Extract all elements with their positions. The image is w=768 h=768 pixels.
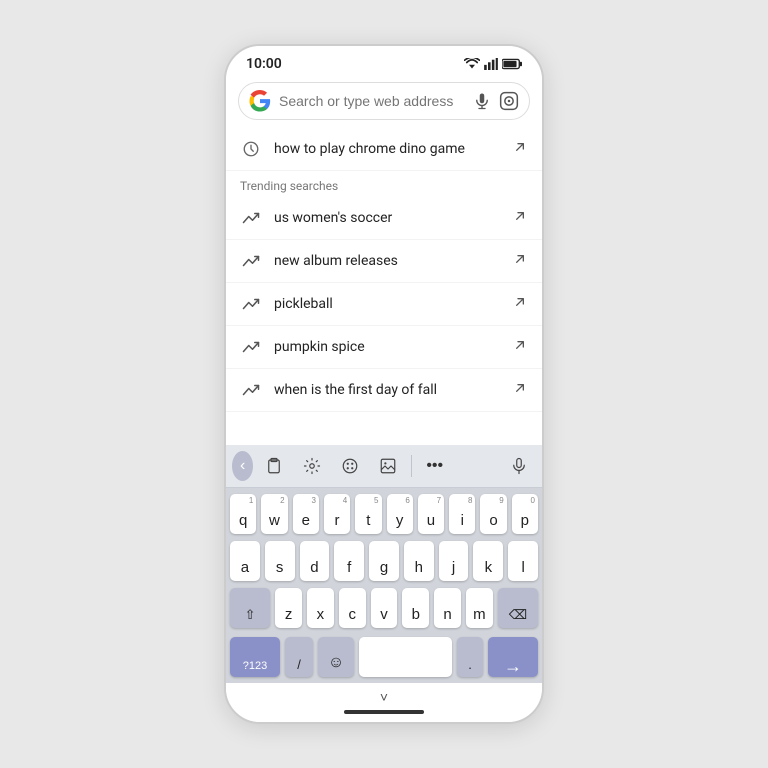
keyboard-theme-button[interactable] [333, 451, 367, 481]
key-v[interactable]: v [371, 588, 398, 628]
trending-label: Trending searches [226, 171, 542, 197]
trending-arrow-3 [512, 337, 528, 357]
search-input[interactable] [279, 93, 465, 109]
key-k[interactable]: k [473, 541, 503, 581]
trending-text-3: pumpkin spice [274, 339, 500, 355]
mic-button[interactable] [473, 92, 491, 110]
search-bar-wrap [226, 76, 542, 128]
key-a[interactable]: a [230, 541, 260, 581]
mic-kb-icon [510, 457, 528, 475]
gear-icon [303, 457, 321, 475]
key-j[interactable]: j [439, 541, 469, 581]
trending-item-0[interactable]: us women's soccer [226, 197, 542, 240]
suggestions-list: how to play chrome dino game Trending se… [226, 128, 542, 445]
trending-item-1[interactable]: new album releases [226, 240, 542, 283]
keyboard-back-button[interactable]: ‹ [232, 451, 253, 481]
keyboard-settings-button[interactable] [295, 451, 329, 481]
lens-button[interactable] [499, 91, 519, 111]
status-icons [464, 58, 522, 70]
trend-icon-2 [240, 293, 262, 315]
trend-icon-4 [240, 379, 262, 401]
keyboard-rows: 1q 2w 3e 4r 5t 6y 7u 8i 9o 0p a s d f g … [226, 488, 542, 637]
key-z[interactable]: z [275, 588, 302, 628]
key-w[interactable]: 2w [261, 494, 287, 534]
trend-icon-3 [240, 336, 262, 358]
nav-bar: ˅ [226, 683, 542, 722]
key-l[interactable]: l [508, 541, 538, 581]
keyboard-row-1: 1q 2w 3e 4r 5t 6y 7u 8i 9o 0p [230, 494, 538, 534]
status-time: 10:00 [246, 56, 282, 72]
status-bar: 10:00 [226, 46, 542, 76]
key-u[interactable]: 7u [418, 494, 444, 534]
key-r[interactable]: 4r [324, 494, 350, 534]
keyboard-more-button[interactable]: ••• [418, 451, 451, 481]
search-bar-icons [473, 91, 519, 111]
trending-text-2: pickleball [274, 296, 500, 312]
signal-icon [484, 58, 498, 70]
key-o[interactable]: 9o [480, 494, 506, 534]
trending-item-3[interactable]: pumpkin spice [226, 326, 542, 369]
key-numbers[interactable]: ?123 [230, 637, 280, 677]
nav-chevron-icon: ˅ [380, 689, 388, 706]
keyboard-clipboard-button[interactable] [257, 451, 291, 481]
trending-arrow-4 [512, 380, 528, 400]
key-m[interactable]: m [466, 588, 493, 628]
phone-frame: 10:00 [224, 44, 544, 724]
key-b[interactable]: b [402, 588, 429, 628]
key-q[interactable]: 1q [230, 494, 256, 534]
trending-text-1: new album releases [274, 253, 500, 269]
key-n[interactable]: n [434, 588, 461, 628]
key-shift[interactable]: ⇧ [230, 588, 270, 628]
wifi-icon [464, 58, 480, 70]
mic-icon [473, 92, 491, 110]
trending-arrow-0 [512, 208, 528, 228]
key-g[interactable]: g [369, 541, 399, 581]
keyboard-image-button[interactable] [371, 451, 405, 481]
key-x[interactable]: x [307, 588, 334, 628]
key-f[interactable]: f [334, 541, 364, 581]
keyboard-row-3: ⇧ z x c v b n m ⌫ [230, 588, 538, 628]
trend-icon-1 [240, 250, 262, 272]
key-emoji[interactable]: ☺ [318, 637, 354, 677]
clipboard-icon [265, 457, 283, 475]
recent-arrow-icon [512, 139, 528, 159]
history-icon [240, 138, 262, 160]
trending-arrow-1 [512, 251, 528, 271]
google-logo [249, 90, 271, 112]
key-h[interactable]: h [404, 541, 434, 581]
keyboard-toolbar: ‹ [226, 445, 542, 488]
lens-icon [499, 91, 519, 111]
recent-search-item[interactable]: how to play chrome dino game [226, 128, 542, 171]
keyboard-mic-button[interactable] [502, 451, 536, 481]
key-i[interactable]: 8i [449, 494, 475, 534]
keyboard: ‹ [226, 445, 542, 683]
image-icon [379, 457, 397, 475]
key-period[interactable]: . [457, 637, 483, 677]
trending-text-4: when is the first day of fall [274, 382, 500, 398]
trending-item-4[interactable]: when is the first day of fall [226, 369, 542, 412]
key-y[interactable]: 6y [387, 494, 413, 534]
trend-icon-0 [240, 207, 262, 229]
key-enter[interactable]: → [488, 637, 538, 677]
battery-icon [502, 58, 522, 70]
keyboard-row-2: a s d f g h j k l [230, 541, 538, 581]
key-slash[interactable]: / [285, 637, 313, 677]
trending-item-2[interactable]: pickleball [226, 283, 542, 326]
key-d[interactable]: d [300, 541, 330, 581]
search-bar[interactable] [238, 82, 530, 120]
key-p[interactable]: 0p [512, 494, 538, 534]
key-c[interactable]: c [339, 588, 366, 628]
key-delete[interactable]: ⌫ [498, 588, 538, 628]
key-e[interactable]: 3e [293, 494, 319, 534]
key-t[interactable]: 5t [355, 494, 381, 534]
keyboard-bottom-row: ?123 / ☺ . → [226, 637, 542, 683]
key-s[interactable]: s [265, 541, 295, 581]
key-space[interactable] [359, 637, 452, 677]
toolbar-divider [411, 455, 412, 477]
palette-icon [341, 457, 359, 475]
trending-arrow-2 [512, 294, 528, 314]
trending-text-0: us women's soccer [274, 210, 500, 226]
nav-pill [344, 710, 424, 714]
recent-search-text: how to play chrome dino game [274, 141, 500, 157]
